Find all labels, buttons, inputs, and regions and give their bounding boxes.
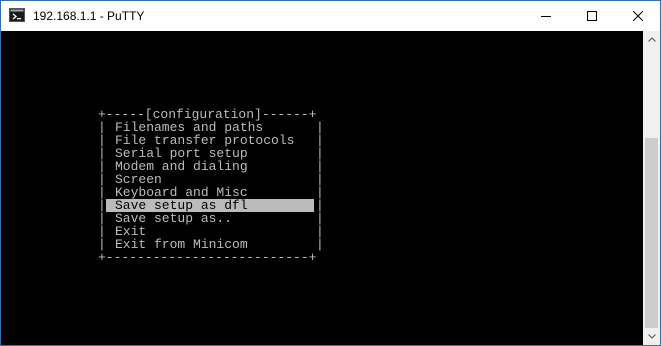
maximize-icon [587,11,597,21]
maximize-button[interactable] [569,1,615,31]
scroll-up-button[interactable] [643,31,660,48]
minicom-configuration-menu: +-----[configuration]------+ | Filenames… [98,108,324,265]
window-title: 192.168.1.1 - PuTTY [33,9,145,23]
minimize-button[interactable] [523,1,569,31]
putty-terminal-icon[interactable] [9,8,25,22]
minimize-icon [541,16,551,17]
scroll-down-button[interactable] [643,328,660,345]
title-bar[interactable]: 192.168.1.1 - PuTTY [1,1,660,31]
vertical-scrollbar[interactable] [643,31,660,345]
scrollbar-thumb[interactable] [645,138,658,328]
menu-border-right: | [316,237,324,252]
close-icon [633,11,643,21]
menu-bottom-border: +--------------------------+ [98,250,317,265]
putty-window: 192.168.1.1 - PuTTY +-----[configuration… [0,0,661,346]
close-button[interactable] [615,1,661,31]
chevron-up-icon [647,37,656,42]
chevron-down-icon [647,334,656,339]
